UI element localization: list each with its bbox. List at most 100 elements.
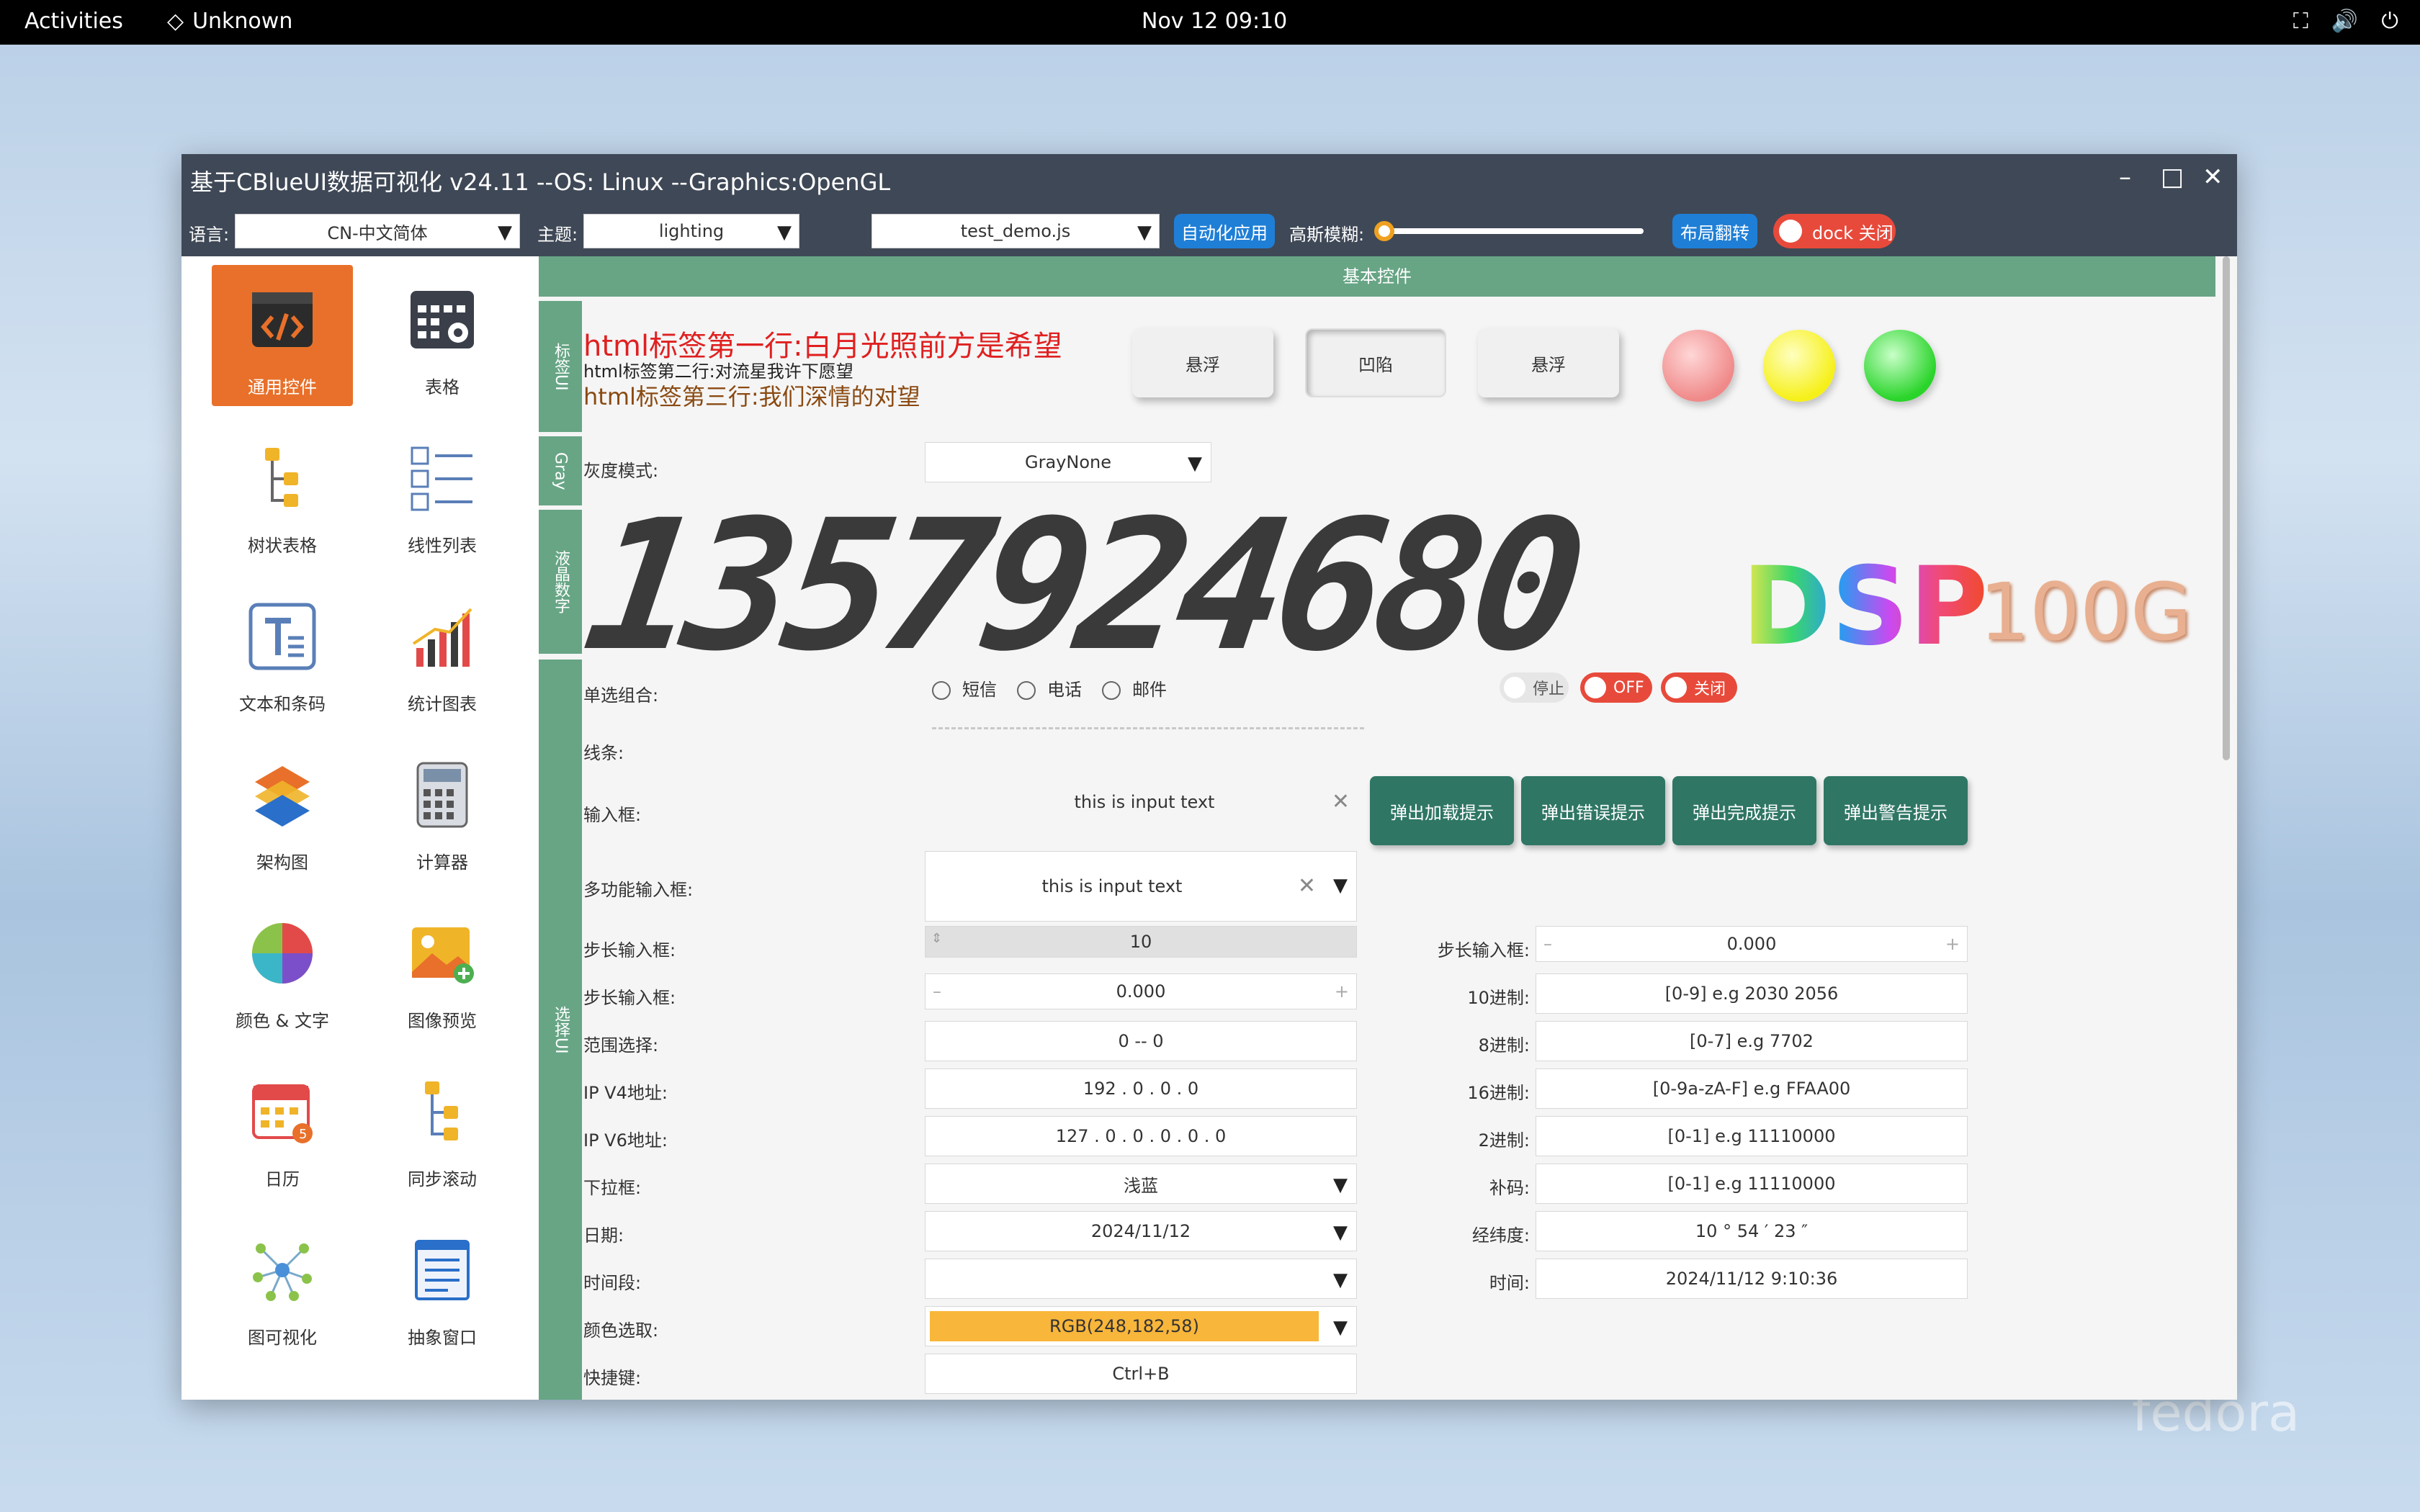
row-value: 2024/11/12 9:10:36 [1665,1269,1838,1289]
popup-error-button[interactable]: 弹出错误提示 [1521,776,1665,845]
time-range[interactable]: ▼ [925,1259,1357,1299]
stop-toggle[interactable]: 停止 [1500,672,1569,703]
theme-select[interactable]: lighting ▼ [583,214,799,248]
toggle-label: OFF [1613,678,1644,697]
row-label: 经纬度: [1471,1225,1530,1246]
clock[interactable]: Nov 12 09:10 [1142,9,1287,34]
ipv4-input[interactable]: 192 . 0 . 0 . 0 [925,1068,1357,1109]
dock-toggle[interactable]: dock 关闭 [1773,214,1896,248]
popup-loading-button[interactable]: 弹出加载提示 [1370,776,1514,845]
decimal-input[interactable]: [0-9] e.g 2030 2056 [1536,973,1968,1014]
minimize-icon[interactable]: – [2119,163,2131,192]
row-value: [0-1] e.g 11110000 [1667,1126,1836,1146]
svg-text:5: 5 [299,1127,307,1142]
lang-select[interactable]: CN-中文简体 ▼ [235,214,520,248]
datetime-input[interactable]: 2024/11/12 9:10:36 [1536,1259,1968,1299]
dock-label: dock 关闭 [1812,222,1894,243]
maximize-icon[interactable]: □ [2161,163,2184,192]
minus-icon[interactable]: – [933,981,941,1002]
system-tray[interactable]: ⛶ 🔊 ⏻ [2293,9,2398,34]
sidebar-item-architecture[interactable]: 架构图 [212,740,353,881]
sync-tree-icon [425,1081,458,1140]
popup-done-button[interactable]: 弹出完成提示 [1672,776,1816,845]
sidebar-item-linear-list[interactable]: 线性列表 [372,423,513,564]
slider-handle[interactable] [1374,221,1394,241]
row-label: 范围选择: [583,1035,659,1056]
gray-mode-select[interactable]: GrayNone ▼ [925,442,1211,482]
sidebar-item-sync-scroll[interactable]: 同步滚动 [372,1057,513,1198]
sidebar-item-graph-vis[interactable]: 图可视化 [212,1215,353,1356]
off-toggle[interactable]: OFF [1580,672,1652,703]
row-label: 步长输入框: [583,988,676,1008]
tab-label: Gray [551,451,570,490]
sidebar-item-abstract-window[interactable]: 抽象窗口 [372,1215,513,1356]
sidebar-item-calculator[interactable]: 计算器 [372,740,513,881]
dropdown[interactable]: 浅蓝 ▼ [925,1164,1357,1204]
tab-lcd[interactable]: 液晶数字 [539,510,582,654]
color-picker[interactable]: RGB(248,182,58) ▼ [925,1306,1357,1346]
hotkey-input[interactable]: Ctrl+B [925,1354,1357,1394]
sidebar-item-label: 统计图表 [408,694,477,714]
minus-icon[interactable]: – [1543,934,1552,954]
spin-icon[interactable]: ⇕ [931,931,942,946]
app-menu[interactable]: ◇ Unknown [167,9,292,34]
close-icon[interactable]: ✕ [2202,163,2223,192]
radio-circle[interactable] [1017,681,1036,700]
sidebar-item-text-barcode[interactable]: 文本和条码 [212,582,353,723]
sidebar-item-calendar[interactable]: 5 日历 [212,1057,353,1198]
sunk-button[interactable]: 凹陷 [1305,328,1446,397]
layout-flip-button[interactable]: 布局翻转 [1672,214,1757,248]
step-input-float[interactable]: – 0.000 + [925,973,1357,1009]
radio-group: 短信 电话 邮件 [932,675,1167,701]
ipv6-input[interactable]: 127 . 0 . 0 . 0 . 0 . 0 [925,1116,1357,1156]
radio-circle[interactable] [1102,681,1121,700]
radio-circle[interactable] [932,681,951,700]
popup-warn-button[interactable]: 弹出警告提示 [1824,776,1968,845]
clear-icon[interactable]: ✕ [1298,873,1316,899]
latlong-input[interactable]: 10 ° 54 ′ 23 ″ [1536,1211,1968,1251]
sidebar-item-charts[interactable]: 统计图表 [372,582,513,723]
yellow-light [1763,330,1835,402]
dsp-text: DSP [1742,544,1989,670]
script-select[interactable]: test_demo.js ▼ [871,214,1160,248]
vertical-scrollbar[interactable] [2223,256,2230,760]
chevron-down-icon[interactable]: ▼ [1333,875,1348,896]
float-button-2[interactable]: 悬浮 [1478,328,1619,397]
sidebar-item-label: 表格 [425,377,460,397]
sidebar-item-table[interactable]: 表格 [372,265,513,406]
sidebar-item-color-text[interactable]: 颜色 & 文字 [212,899,353,1040]
radio-phone[interactable]: 电话 [1017,675,1082,701]
date-picker[interactable]: 2024/11/12 ▼ [925,1211,1357,1251]
tab-select-ui[interactable]: 选择UI [539,660,582,1400]
row-label: IP V6地址: [583,1130,668,1151]
range-select[interactable]: 0 -- 0 [925,1021,1357,1061]
auto-apply-button[interactable]: 自动化应用 [1174,214,1275,248]
close-toggle[interactable]: 关闭 [1661,672,1737,703]
step-input-int[interactable]: 10 ⇕ [925,926,1357,958]
activities-button[interactable]: Activities [24,9,123,34]
hex-input[interactable]: [0-9a-zA-F] e.g FFAA00 [1536,1068,1968,1109]
plus-icon[interactable]: + [1945,934,1960,954]
radio-mail[interactable]: 邮件 [1102,675,1167,701]
sidebar-item-tree-table[interactable]: 树状表格 [212,423,353,564]
row-value: RGB(248,182,58) [1049,1316,1199,1336]
binary-input[interactable]: [0-1] e.g 11110000 [1536,1116,1968,1156]
chevron-down-icon: ▼ [1188,453,1202,474]
clear-icon[interactable]: ✕ [1332,789,1350,814]
dsp-sub-text: 100G [1979,566,2192,658]
step-input-right[interactable]: – 0.000 + [1536,926,1968,962]
multi-input[interactable]: this is input text ✕ ▼ [925,851,1357,922]
float-button-1[interactable]: 悬浮 [1132,328,1273,397]
tab-gray[interactable]: Gray [539,436,582,505]
complement-input[interactable]: [0-1] e.g 11110000 [1536,1164,1968,1204]
blur-slider[interactable] [1374,221,1644,241]
sidebar-item-image-preview[interactable]: 图像预览 [372,899,513,1040]
plus-icon[interactable]: + [1335,981,1349,1002]
row-value: [0-1] e.g 11110000 [1667,1174,1836,1194]
tab-label-ui[interactable]: 标签UI [539,301,582,432]
blur-label: 高斯模糊: [1289,225,1365,245]
octal-input[interactable]: [0-7] e.g 7702 [1536,1021,1968,1061]
radio-sms[interactable]: 短信 [932,675,997,701]
text-input[interactable]: this is input text ✕ [925,782,1364,822]
sidebar-item-common[interactable]: 通用控件 [212,265,353,406]
